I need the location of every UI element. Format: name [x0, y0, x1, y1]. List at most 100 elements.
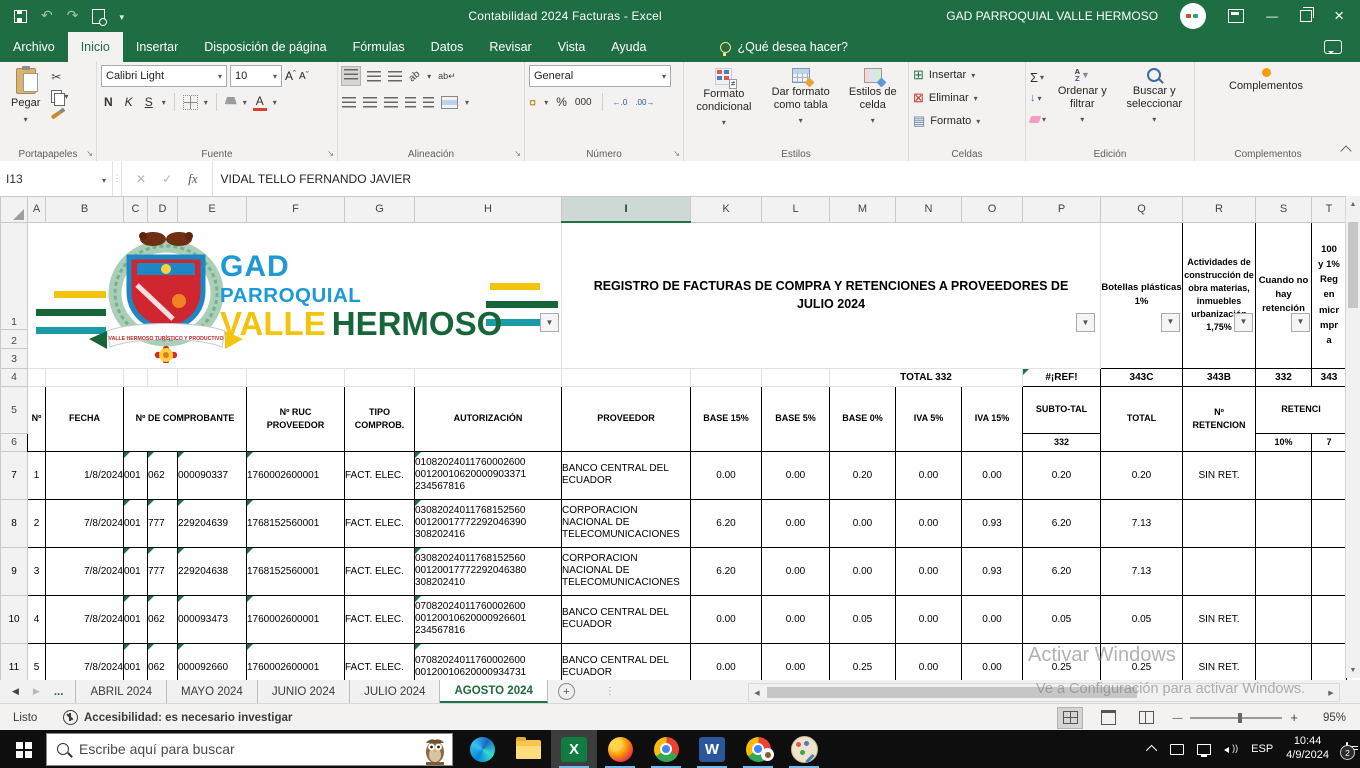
language-indicator[interactable]: ESP	[1251, 743, 1273, 755]
cell-comprobante-1[interactable]: 001	[123, 594, 148, 644]
cell-num[interactable]: 4	[27, 594, 46, 644]
cell-t-header[interactable]: 100 y 1% Reg en micr mpr a	[1311, 221, 1347, 369]
dialog-launcher-icon[interactable]	[514, 149, 521, 158]
col-header-p[interactable]: P	[1022, 196, 1101, 223]
horizontal-scrollbar[interactable]: ◀ ▶	[748, 683, 1340, 702]
cell-empty[interactable]	[147, 367, 178, 387]
cell-proveedor[interactable]: BANCO CENTRAL DEL ECUADOR	[561, 450, 691, 500]
cell-s-header[interactable]: Cuando no hay retención	[1255, 221, 1312, 369]
taskbar-search[interactable]: Escribe aquí para buscar	[46, 732, 453, 766]
orientation-icon[interactable]	[407, 68, 423, 84]
col-header-h[interactable]: H	[414, 196, 562, 223]
clear-caret-icon[interactable]	[1042, 113, 1046, 125]
zoom-out-icon[interactable]	[1172, 712, 1182, 724]
align-center-icon[interactable]	[363, 96, 377, 108]
cell-iva5[interactable]: 0.00	[895, 546, 962, 596]
sheet-tab-agosto-active[interactable]: AGOSTO 2024	[440, 680, 548, 703]
cell-comprobante-1[interactable]: 001	[123, 450, 148, 500]
zoom-slider[interactable]	[1190, 712, 1283, 723]
cell-comprobante-3[interactable]: 000093473	[177, 594, 247, 644]
merge-caret-icon[interactable]	[465, 96, 469, 108]
cell-base15[interactable]: 0.00	[690, 642, 762, 680]
row-headers-1-3[interactable]: 1 2 3	[0, 221, 28, 369]
font-color-button[interactable]: A	[252, 94, 267, 111]
cell-autorizacion[interactable]: 07082024011760002600 0012001062000093473…	[414, 642, 562, 680]
cell-styles-button[interactable]: Estilos de celda	[842, 65, 905, 146]
cell-num[interactable]: 1	[27, 450, 46, 500]
merge-center-icon[interactable]	[441, 95, 458, 109]
header-base15[interactable]: BASE 15%	[690, 385, 762, 452]
sheet-tab-abril[interactable]: ABRIL 2024	[75, 680, 168, 703]
row-header-1[interactable]: 1	[1, 225, 27, 330]
cell-base5[interactable]: 0.00	[761, 642, 830, 680]
row-header-5[interactable]: 5	[0, 385, 28, 434]
horizontal-scroll-thumb[interactable]	[767, 687, 1137, 698]
cell-empty[interactable]	[690, 367, 762, 387]
cell-base0[interactable]: 0.00	[829, 498, 896, 548]
cell-retencion[interactable]: SIN RET.	[1182, 642, 1256, 680]
tab-vista[interactable]: Vista	[545, 32, 599, 62]
zoom-in-icon[interactable]	[1290, 710, 1298, 725]
cell-subtotal[interactable]: 0.05	[1022, 594, 1101, 644]
col-header-i-selected[interactable]: I	[561, 196, 691, 223]
cell-total[interactable]: 0.25	[1100, 642, 1183, 680]
next-sheet-icon[interactable]: ▶	[33, 686, 40, 697]
increase-indent-icon[interactable]	[423, 96, 434, 108]
cell-fecha[interactable]: 7/8/2024	[45, 642, 124, 680]
cell-fecha[interactable]: 7/8/2024	[45, 546, 124, 596]
vertical-scroll-thumb[interactable]	[1348, 222, 1358, 308]
comma-style-button[interactable]: 000	[575, 97, 592, 108]
network-icon[interactable]	[1197, 743, 1212, 757]
col-header-e[interactable]: E	[177, 196, 247, 223]
cell-base0[interactable]: 0.05	[829, 594, 896, 644]
formula-bar-splitter[interactable]: ⋮	[113, 161, 122, 196]
restore-button[interactable]	[1300, 7, 1315, 22]
decrease-decimal-icon[interactable]	[635, 96, 654, 108]
cell-base15[interactable]: 0.00	[690, 594, 762, 644]
comments-icon[interactable]	[1324, 40, 1342, 54]
cell-iva15[interactable]: 0.00	[961, 594, 1023, 644]
addins-button[interactable]: Complementos	[1199, 65, 1333, 146]
name-box-caret-icon[interactable]	[102, 172, 106, 186]
tab-insertar[interactable]: Insertar	[123, 32, 191, 62]
cell-comprobante-2[interactable]: 062	[147, 642, 178, 680]
redo-icon[interactable]	[67, 7, 79, 25]
header-autorizacion[interactable]: AUTORIZACIÓN	[414, 385, 562, 452]
taskbar-chrome-profile[interactable]	[735, 730, 781, 768]
cell-iva5[interactable]: 0.00	[895, 450, 962, 500]
header-base0[interactable]: BASE 0%	[829, 385, 896, 452]
cell-tipo[interactable]: FACT. ELEC.	[344, 594, 415, 644]
conditional-formatting-button[interactable]: Formato condicional	[688, 65, 760, 146]
col-header-r[interactable]: R	[1182, 196, 1256, 223]
header-tipo[interactable]: TIPO COMPROB.	[344, 385, 415, 452]
tray-expand-icon[interactable]	[1146, 744, 1158, 757]
cancel-icon[interactable]: ✕	[136, 172, 146, 186]
cell-proveedor[interactable]: BANCO CENTRAL DEL ECUADOR	[561, 642, 691, 680]
print-preview-icon[interactable]	[92, 8, 108, 26]
save-icon[interactable]	[14, 9, 27, 23]
normal-view-icon[interactable]	[1062, 711, 1078, 724]
cell-332[interactable]: 332	[1255, 367, 1312, 387]
autosum-caret-icon[interactable]	[1040, 71, 1044, 83]
cell-fecha[interactable]: 7/8/2024	[45, 498, 124, 548]
cell-ret-70[interactable]	[1311, 642, 1347, 680]
tablet-mode-icon[interactable]	[1170, 743, 1185, 755]
cell-report-title[interactable]: REGISTRO DE FACTURAS DE COMPRA Y RETENCI…	[561, 221, 1101, 369]
scroll-right-icon[interactable]: ▶	[1323, 689, 1339, 697]
cell-tipo[interactable]: FACT. ELEC.	[344, 450, 415, 500]
accessibility-status[interactable]: Accesibilidad: es necesario investigar	[63, 710, 292, 725]
col-header-a[interactable]: A	[27, 196, 46, 223]
bold-button[interactable]: N	[101, 95, 116, 109]
percent-style-button[interactable]: %	[556, 95, 567, 109]
filter-dropdown-icon[interactable]	[1234, 312, 1253, 332]
cell-ref-error[interactable]: #¡REF!	[1022, 367, 1101, 387]
dialog-launcher-icon[interactable]	[86, 149, 93, 158]
taskbar-word[interactable]	[689, 730, 735, 768]
cell-autorizacion[interactable]: 01082024011760002600 0012001062000090337…	[414, 450, 562, 500]
cell-iva15[interactable]: 0.00	[961, 642, 1023, 680]
tab-inicio[interactable]: Inicio	[67, 32, 123, 62]
cell-base5[interactable]: 0.00	[761, 498, 830, 548]
cell-proveedor[interactable]: BANCO CENTRAL DEL ECUADOR	[561, 594, 691, 644]
italic-button[interactable]: K	[122, 95, 136, 109]
row-header[interactable]: 8	[0, 498, 28, 548]
